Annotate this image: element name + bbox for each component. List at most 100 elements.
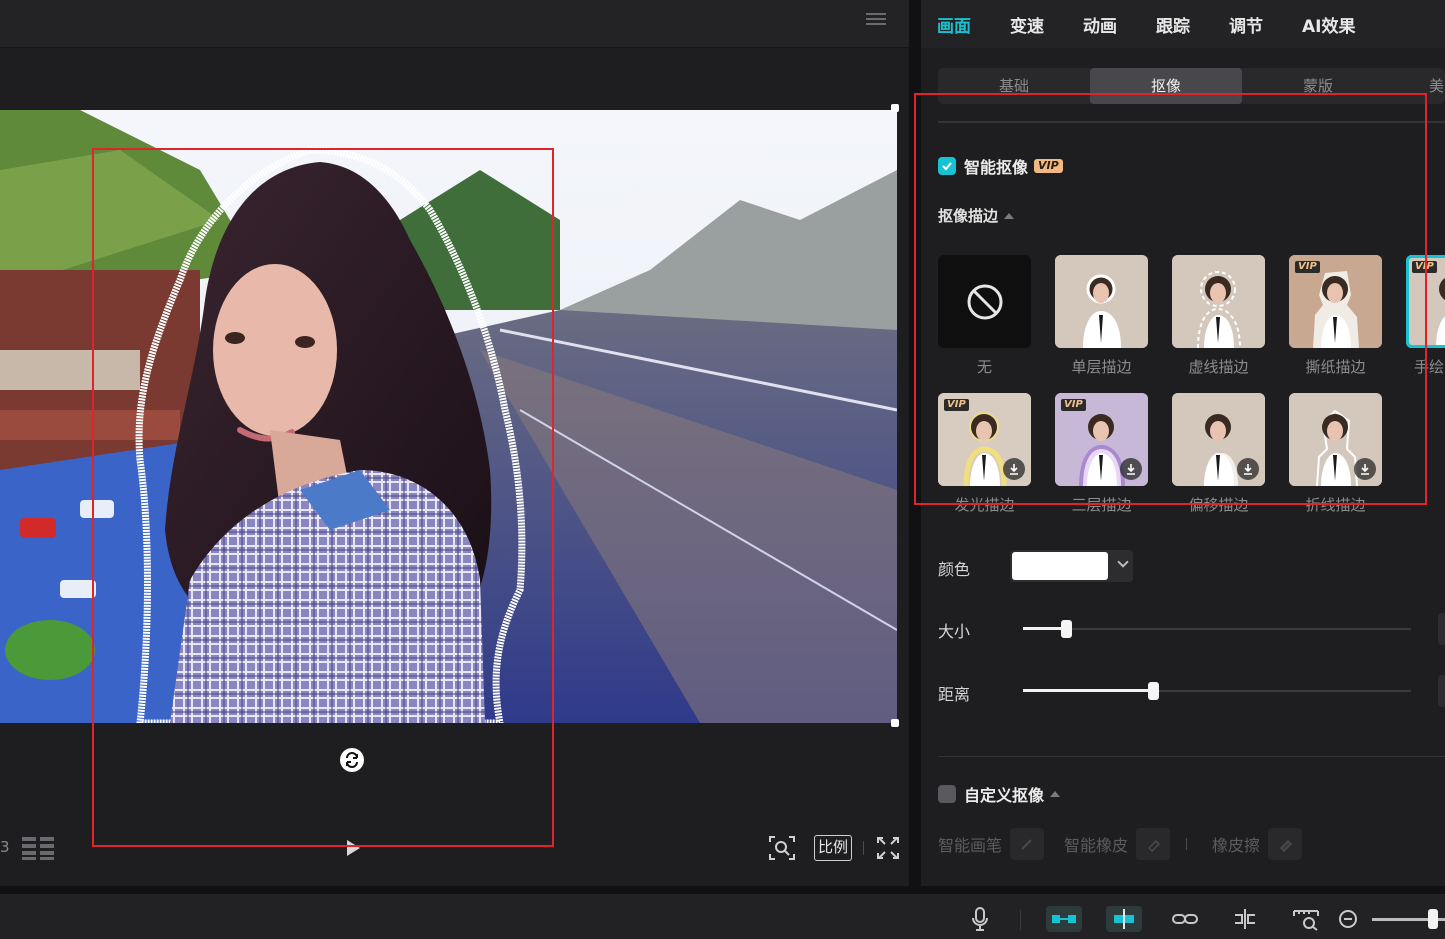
tab-adjust[interactable]: 调节 [1229,12,1263,37]
tool-separator [1186,838,1188,850]
preview-topbar [0,0,909,48]
distance-slider[interactable] [1023,682,1411,700]
toolbar-separator [863,841,864,855]
preset-name: 折线描边 [1305,496,1366,514]
subtab-mask[interactable]: 蒙版 [1242,68,1394,104]
checkbox-unchecked-icon[interactable] [938,785,956,803]
preset-name: 单层描边 [1071,358,1132,376]
menu-icon[interactable] [864,10,888,30]
tab-animation[interactable]: 动画 [1083,12,1117,37]
subtab-cutout[interactable]: 抠像 [1090,68,1242,104]
subtab-basic[interactable]: 基础 [938,68,1090,104]
slider-track [1023,628,1411,630]
zoom-fit-icon[interactable] [768,835,796,861]
preset-glow-outline[interactable]: VIP 发光描边 [938,393,1031,515]
checkbox-checked-icon[interactable] [938,157,956,175]
zoom-out-icon[interactable] [1338,906,1360,932]
color-swatch [1012,552,1108,580]
smart-brush-button[interactable] [1010,828,1045,860]
preset-thumb: VIP [1406,255,1445,348]
eraser-label: 橡皮擦 [1212,836,1261,855]
frame-number-fragment: 3 [0,838,10,856]
download-icon[interactable] [1354,458,1376,480]
zoom-fit-timeline-icon[interactable] [1291,906,1321,932]
download-icon[interactable] [1237,458,1259,480]
resize-handle-tr[interactable] [891,104,899,112]
distance-value-box[interactable] [1438,675,1445,707]
color-picker[interactable] [1010,550,1133,582]
slider-fill [1023,689,1153,692]
sub-tabs: 基础 抠像 蒙版 美 [938,68,1445,104]
preset-name: 虚线描边 [1188,358,1249,376]
preset-dashed-outline[interactable]: 虚线描边 [1172,255,1265,377]
person-thumbnail-icon [1172,255,1265,348]
timeline-zoom-knob[interactable] [1428,909,1438,929]
preview-panel: 3 比例 [0,0,909,886]
preset-name: 手绘 [1414,358,1445,376]
timeline-grid-icon[interactable] [20,835,56,861]
preset-none[interactable]: 无 [938,255,1031,377]
preset-name: 撕纸描边 [1305,358,1366,376]
custom-cutout-toggle[interactable]: 自定义抠像 [938,782,1061,806]
preset-name: 发光描边 [954,496,1015,514]
outline-section-title: 抠像描边 [938,207,999,225]
brush-icon [1021,839,1032,850]
microphone-icon[interactable] [970,906,990,932]
smart-cutout-toggle[interactable]: 智能抠像 VIP [938,154,1063,178]
size-value-box[interactable] [1438,613,1445,645]
snap-main-track-icon[interactable] [1046,906,1082,932]
preset-thumb [1172,255,1265,348]
smart-eraser-label: 智能橡皮 [1064,836,1129,855]
caret-up-icon [1050,791,1061,797]
tab-ai-effects[interactable]: AI效果 [1302,12,1355,37]
size-label: 大小 [938,622,971,641]
download-icon[interactable] [1003,458,1025,480]
eraser-button[interactable] [1268,828,1303,860]
prohibited-icon [967,284,1002,319]
tab-speed[interactable]: 变速 [1010,12,1044,37]
slider-knob[interactable] [1147,682,1159,700]
size-slider[interactable] [1023,620,1411,638]
chevron-down-icon [1117,556,1129,568]
vip-tag: VIP [1412,261,1437,273]
preset-thumb: VIP [1289,255,1382,348]
video-canvas[interactable] [0,110,897,723]
split-preview-icon[interactable] [1230,906,1260,932]
slider-fill [1023,627,1066,630]
play-icon[interactable] [343,838,363,858]
smart-eraser-button[interactable] [1136,828,1171,860]
eraser-icon [1279,839,1293,852]
rotate-icon[interactable] [340,748,364,772]
preset-offset-outline[interactable]: 偏移描边 [1172,393,1265,515]
download-icon[interactable] [1120,458,1142,480]
preset-triple-outline[interactable]: VIP 三层描边 [1055,393,1148,515]
fullscreen-icon[interactable] [876,835,900,861]
preset-name: 偏移描边 [1188,496,1249,514]
slider-knob[interactable] [1060,620,1072,638]
outline-section-header[interactable]: 抠像描边 [938,205,1015,226]
link-icon[interactable] [1170,906,1200,932]
preset-single-outline[interactable]: 单层描边 [1055,255,1148,377]
app-window: 3 比例 画面 变速 动画 跟踪 调节 AI效果 基础 抠像 蒙版 美 智能抠像… [0,0,1445,939]
custom-tools-row: 智能画笔 智能橡皮 橡皮擦 [938,828,1322,860]
vip-tag: VIP [1061,399,1086,411]
smart-cutout-label: 智能抠像 [964,158,1029,177]
preset-torn-paper[interactable]: VIP 撕纸描边 [1289,255,1382,377]
aspect-ratio-button[interactable]: 比例 [814,835,853,861]
custom-cutout-label: 自定义抠像 [964,786,1045,805]
resize-handle-br[interactable] [891,719,899,727]
person-thumbnail-icon [1055,255,1148,348]
distance-label: 距离 [938,685,971,704]
tab-tracking[interactable]: 跟踪 [1156,12,1190,37]
vip-tag: VIP [944,399,969,411]
auto-snap-icon[interactable] [1106,906,1142,932]
preset-thumb [1289,393,1382,486]
preset-hand-drawn[interactable]: VIP 手绘 [1406,255,1445,377]
preset-thumb [938,255,1031,348]
video-frame-image [0,110,897,723]
tab-picture[interactable]: 画面 [937,12,971,37]
toolbar-separator [1020,910,1021,930]
timeline-toolbar [0,894,1445,939]
preset-polyline-outline[interactable]: 折线描边 [1289,393,1382,515]
subtab-beauty[interactable]: 美 [1394,68,1445,104]
